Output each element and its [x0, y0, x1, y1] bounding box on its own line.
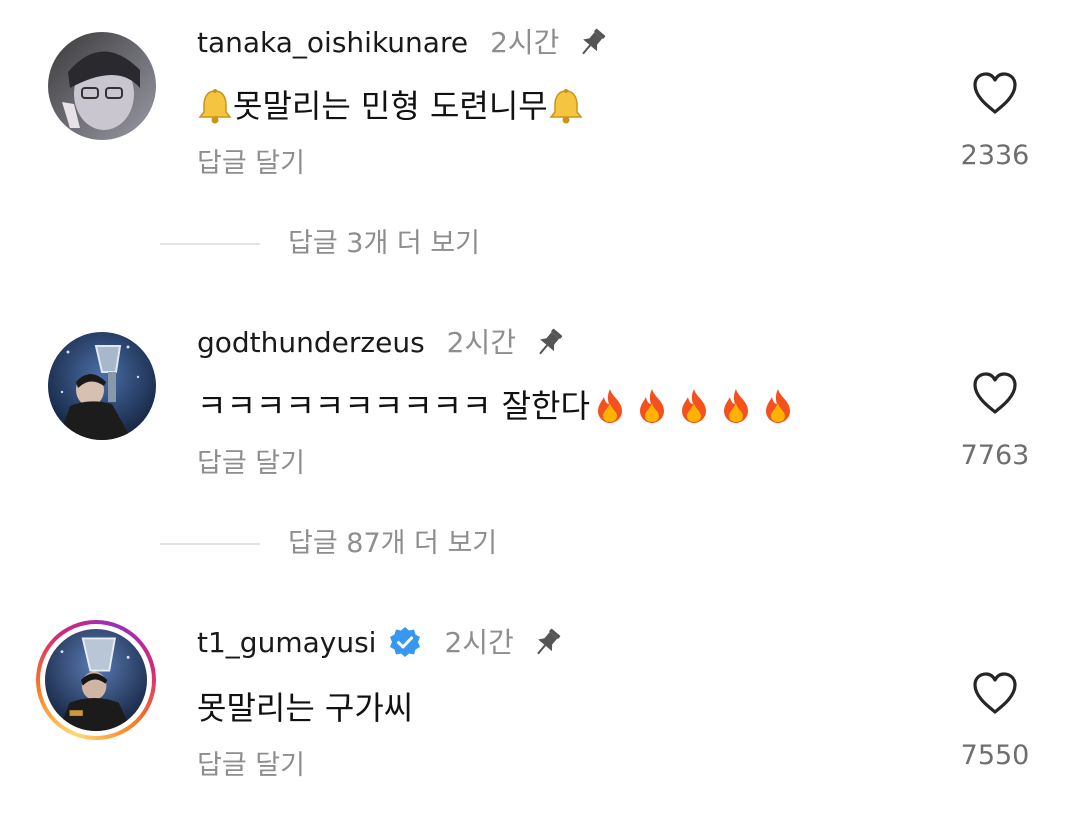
- timestamp: 2시간: [446, 326, 517, 359]
- timestamp: 2시간: [490, 26, 560, 59]
- pin-icon: [530, 626, 564, 660]
- bell-emoji-icon: [197, 87, 233, 125]
- view-more-replies-label: 답글 3개 더 보기: [288, 228, 480, 259]
- like-control: 7550: [955, 670, 1035, 772]
- view-more-replies-button[interactable]: 답글 3개 더 보기: [160, 228, 480, 260]
- comment-text: ㅋㅋㅋㅋㅋㅋㅋㅋㅋㅋ 잘한다: [197, 386, 796, 426]
- fire-emoji-icon: [718, 387, 754, 425]
- divider-line: [160, 243, 260, 245]
- fire-emoji-icon: [760, 387, 796, 425]
- avatar: [45, 629, 147, 731]
- divider-line: [160, 543, 260, 545]
- username[interactable]: t1_gumayusi: [197, 626, 376, 660]
- reply-button[interactable]: 답글 달기: [197, 750, 305, 782]
- like-count: 2336: [960, 140, 1030, 171]
- heart-icon[interactable]: [970, 70, 1020, 116]
- username[interactable]: tanaka_oishikunare: [197, 26, 468, 60]
- comment-text-content: 못말리는 구가씨: [197, 689, 414, 727]
- avatar[interactable]: [48, 32, 156, 140]
- view-more-replies-button[interactable]: 답글 87개 더 보기: [160, 528, 497, 560]
- comment-text-content: 못말리는 민형 도련니무: [233, 87, 548, 125]
- comment-meta: t1_gumayusi 2시간: [197, 626, 564, 660]
- comment-meta: tanaka_oishikunare 2시간: [197, 26, 609, 60]
- comment-meta: godthunderzeus 2시간: [197, 326, 566, 360]
- reply-button[interactable]: 답글 달기: [197, 448, 305, 480]
- heart-icon[interactable]: [970, 370, 1020, 416]
- fire-emoji-icon: [634, 387, 670, 425]
- avatar[interactable]: [48, 332, 156, 440]
- fire-emoji-icon: [592, 387, 628, 425]
- comment-text: 못말리는 구가씨: [197, 688, 413, 728]
- username[interactable]: godthunderzeus: [197, 326, 425, 360]
- verified-badge-icon: [388, 626, 422, 660]
- comment-text-content: ㅋㅋㅋㅋㅋㅋㅋㅋㅋㅋ 잘한다: [197, 387, 590, 425]
- like-count: 7550: [960, 740, 1030, 771]
- fire-emoji-icon: [676, 387, 712, 425]
- like-control: 7763: [955, 370, 1035, 472]
- view-more-replies-label: 답글 87개 더 보기: [288, 528, 498, 559]
- bell-emoji-icon: [548, 87, 584, 125]
- pin-icon: [532, 326, 566, 360]
- comment-text: 못말리는 민형 도련니무: [197, 86, 584, 126]
- reply-button[interactable]: 답글 달기: [197, 148, 305, 180]
- pin-icon: [575, 26, 609, 60]
- timestamp: 2시간: [444, 626, 514, 659]
- heart-icon[interactable]: [970, 670, 1020, 716]
- like-count: 7763: [960, 440, 1030, 471]
- story-ring[interactable]: [36, 620, 156, 740]
- like-control: 2336: [955, 70, 1035, 172]
